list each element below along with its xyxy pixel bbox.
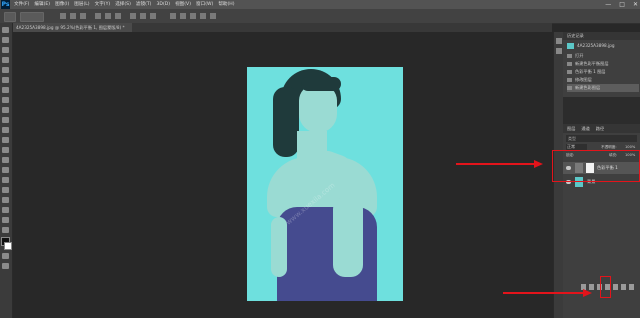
annotation-arrow-1 — [456, 163, 536, 165]
shape-tool-icon[interactable] — [2, 197, 9, 203]
annotation-arrowhead-1 — [534, 160, 543, 168]
history-panel: 历史记录 4A2325A3898.jpg 打开 新建色彩平衡图层 色彩平衡 1 … — [563, 32, 640, 97]
tool-preset-button[interactable] — [4, 12, 16, 22]
new-layer-icon[interactable] — [621, 284, 626, 290]
lasso-tool-icon[interactable] — [2, 47, 9, 53]
brush-tool-icon[interactable] — [2, 97, 9, 103]
menu-3d[interactable]: 3D(D) — [156, 0, 170, 9]
menu-window[interactable]: 窗口(W) — [196, 0, 213, 9]
layer-filter-dropdown[interactable]: 类型 — [566, 135, 637, 142]
align-right-icon[interactable] — [80, 13, 86, 19]
menu-items: 文件(F) 编辑(E) 图像(I) 图层(L) 文字(Y) 选择(S) 滤镜(T… — [14, 0, 235, 9]
menu-layer[interactable]: 图层(L) — [74, 0, 89, 9]
annotation-highlight-layers — [552, 150, 640, 182]
minimize-button[interactable]: — — [605, 0, 611, 9]
mode-dropdown[interactable] — [20, 12, 44, 22]
menu-select[interactable]: 选择(S) — [115, 0, 131, 9]
more-tools-icon[interactable] — [2, 227, 9, 233]
tab-layers[interactable]: 图层 — [567, 124, 575, 133]
history-panel-title: 历史记录 — [563, 32, 640, 40]
align-top-icon[interactable] — [95, 13, 101, 19]
align-bottom-icon[interactable] — [115, 13, 121, 19]
distribute-icon[interactable] — [130, 13, 136, 19]
history-panel-icon[interactable] — [556, 38, 562, 44]
healing-brush-tool-icon[interactable] — [2, 87, 9, 93]
pen-tool-icon[interactable] — [2, 167, 9, 173]
path-select-tool-icon[interactable] — [2, 187, 9, 193]
menu-bar: Ps 文件(F) 编辑(E) 图像(I) 图层(L) 文字(Y) 选择(S) 滤… — [0, 0, 640, 9]
history-item[interactable]: 打开 — [567, 52, 639, 60]
annotation-highlight-button — [600, 276, 611, 298]
type-tool-icon[interactable] — [2, 177, 9, 183]
crop-tool-icon[interactable] — [2, 67, 9, 73]
close-button[interactable]: ✕ — [633, 0, 638, 9]
history-snapshot[interactable]: 4A2325A3898.jpg — [567, 42, 639, 50]
3d-scale-icon[interactable] — [210, 13, 216, 19]
blur-tool-icon[interactable] — [2, 147, 9, 153]
tab-channels[interactable]: 通道 — [581, 124, 589, 133]
distribute-v-icon[interactable] — [150, 13, 156, 19]
annotation-arrowhead-2 — [583, 289, 592, 297]
history-item-active[interactable]: 新建色彩图层 — [567, 84, 639, 92]
align-center-icon[interactable] — [70, 13, 76, 19]
history-state-icon — [567, 54, 572, 58]
properties-panel-icon[interactable] — [556, 48, 562, 54]
layers-panel-tabs: 图层 通道 路径 — [563, 124, 640, 133]
menu-type[interactable]: 文字(Y) — [95, 0, 111, 9]
3d-rotate-icon[interactable] — [170, 13, 176, 19]
menu-view[interactable]: 视图(V) — [175, 0, 191, 9]
align-middle-icon[interactable] — [105, 13, 111, 19]
history-item[interactable]: 修改图层 — [567, 76, 639, 84]
align-left-icon[interactable] — [60, 13, 66, 19]
tab-paths[interactable]: 路径 — [596, 124, 604, 133]
3d-roll-icon[interactable] — [180, 13, 186, 19]
clone-stamp-tool-icon[interactable] — [2, 107, 9, 113]
quick-select-tool-icon[interactable] — [2, 57, 9, 63]
menu-help[interactable]: 帮助(H) — [218, 0, 234, 9]
quick-mask-icon[interactable] — [2, 253, 9, 259]
new-group-icon[interactable] — [613, 284, 618, 290]
annotation-arrow-2 — [503, 292, 585, 294]
history-brush-tool-icon[interactable] — [2, 117, 9, 123]
distribute-h-icon[interactable] — [140, 13, 146, 19]
delete-layer-icon[interactable] — [629, 284, 634, 290]
zoom-tool-icon[interactable] — [2, 217, 9, 223]
panel-gap — [563, 97, 640, 124]
window-controls: — □ ✕ — [605, 0, 638, 9]
3d-slide-icon[interactable] — [200, 13, 206, 19]
eyedropper-tool-icon[interactable] — [2, 77, 9, 83]
history-state-icon — [567, 78, 572, 82]
hand-tool-icon[interactable] — [2, 207, 9, 213]
history-item[interactable]: 色彩平衡 1 图层 — [567, 68, 639, 76]
menu-edit[interactable]: 编辑(E) — [34, 0, 50, 9]
menu-filter[interactable]: 滤镜(T) — [136, 0, 152, 9]
history-item[interactable]: 新建色彩平衡图层 — [567, 60, 639, 68]
screen-mode-icon[interactable] — [2, 263, 9, 269]
history-state-icon — [567, 62, 572, 66]
dodge-tool-icon[interactable] — [2, 157, 9, 163]
document-tab[interactable]: 4A2325A3898.jpg @ 95.2%(色彩平衡 1, 图层蒙版/8) … — [12, 23, 132, 32]
menu-image[interactable]: 图像(I) — [55, 0, 69, 9]
document-image[interactable] — [247, 67, 403, 301]
eraser-tool-icon[interactable] — [2, 127, 9, 133]
history-state-icon — [567, 70, 572, 74]
gradient-tool-icon[interactable] — [2, 137, 9, 143]
move-tool-icon[interactable] — [2, 27, 9, 33]
menu-file[interactable]: 文件(F) — [14, 0, 29, 9]
maximize-button[interactable]: □ — [619, 0, 625, 9]
snapshot-thumbnail-icon — [567, 43, 574, 49]
options-bar — [0, 9, 640, 24]
background-color-swatch[interactable] — [4, 242, 12, 250]
photoshop-logo-icon: Ps — [1, 0, 10, 9]
history-state-icon — [567, 86, 572, 90]
marquee-tool-icon[interactable] — [2, 37, 9, 43]
3d-pan-icon[interactable] — [190, 13, 196, 19]
tools-panel — [0, 23, 13, 318]
